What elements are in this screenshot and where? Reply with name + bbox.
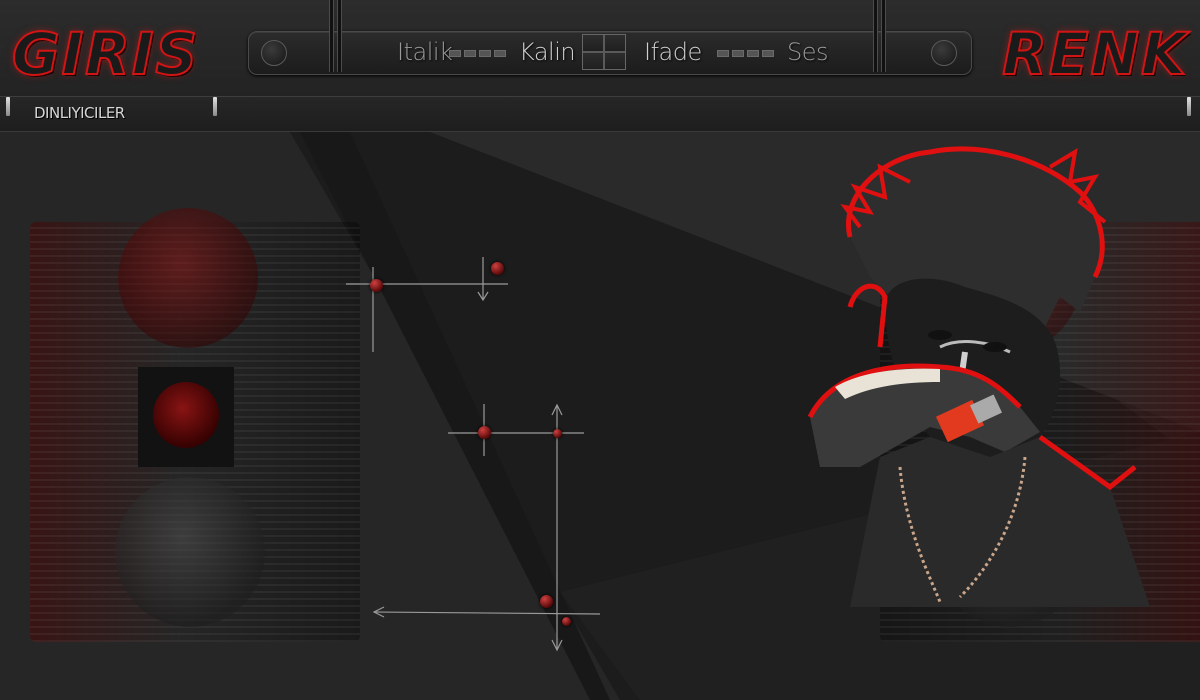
panel-resize-handle[interactable]	[213, 97, 217, 116]
hooded-figure-illustration	[807, 146, 1150, 607]
bold-button[interactable]: Kalin	[519, 37, 576, 67]
red-bead	[478, 426, 491, 439]
background-scene	[0, 132, 1200, 700]
red-bead	[562, 617, 571, 626]
sub-bar: DINLIYICILER	[0, 97, 1200, 132]
listeners-tab[interactable]: DINLIYICILER	[34, 104, 125, 122]
left-knob-button[interactable]	[261, 40, 287, 66]
red-bead	[491, 262, 504, 275]
red-bead	[553, 429, 562, 438]
right-knob-button[interactable]	[931, 40, 957, 66]
giris-logo-button[interactable]: GIRIS	[11, 21, 199, 87]
toolbar-rail	[873, 0, 878, 72]
formatting-toolbar: Italik Kalin Ifade Ses	[248, 0, 972, 75]
toolbar-rail	[329, 0, 334, 72]
grid-menu-button[interactable]	[582, 34, 626, 70]
scroll-handle-right[interactable]	[1187, 97, 1191, 116]
scroll-handle-left[interactable]	[6, 97, 10, 116]
emote-button[interactable]: Ifade	[644, 37, 702, 67]
toolbar-rail	[337, 0, 342, 72]
top-bar: GIRIS Italik Kalin Ifade Ses RENK	[0, 0, 1200, 97]
divider-dashes	[717, 50, 774, 57]
red-bead	[370, 279, 383, 292]
toolbar-rail	[881, 0, 886, 72]
divider-dashes	[449, 50, 506, 57]
red-bead	[540, 595, 553, 608]
italic-button[interactable]: Italik	[397, 37, 453, 67]
sound-button[interactable]: Ses	[787, 37, 829, 67]
renk-logo-button[interactable]: RENK	[1001, 21, 1188, 87]
